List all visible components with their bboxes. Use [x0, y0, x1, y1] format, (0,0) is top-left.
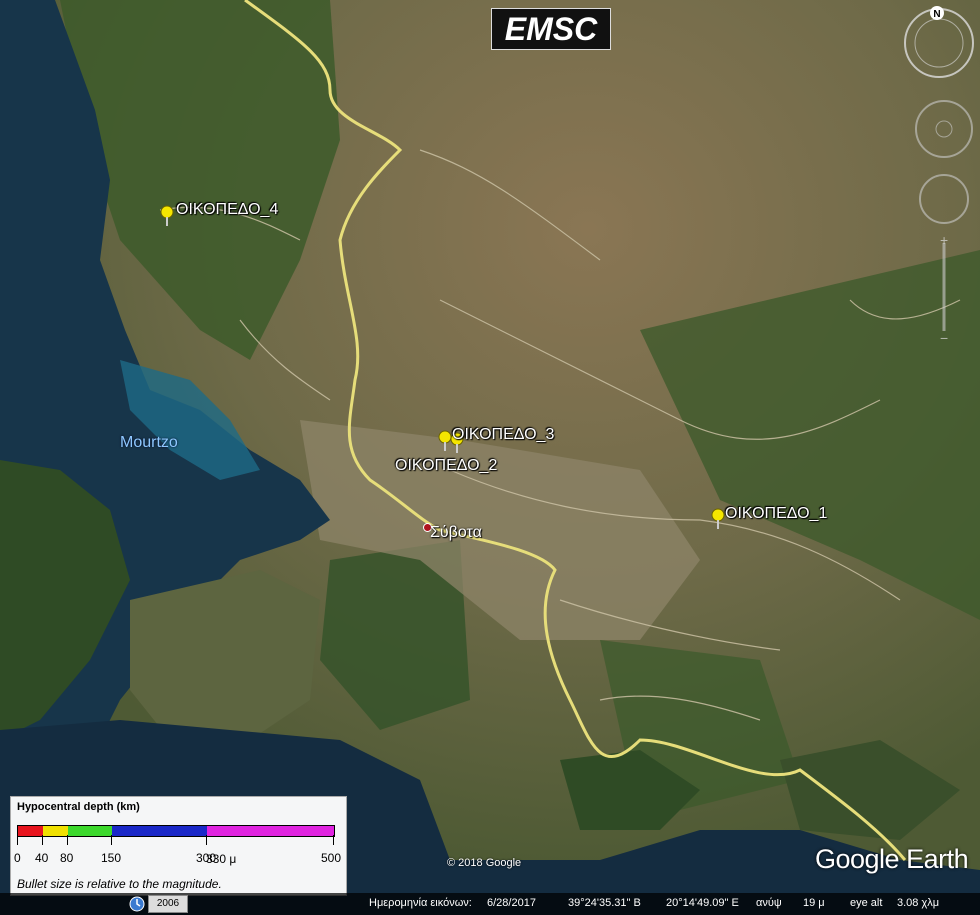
latitude-value: 39°24'35.31" Β: [568, 897, 641, 909]
legend-tick: 150: [101, 851, 122, 865]
image-date-value: 6/28/2017: [487, 897, 536, 909]
emsc-logo: EMSC: [491, 8, 611, 50]
legend-segment: [43, 826, 68, 836]
legend-tick: 0: [14, 851, 21, 865]
legend-segment: [18, 826, 43, 836]
eye-alt-value: 3.08 χλμ: [897, 897, 940, 909]
historical-imagery-icon[interactable]: [128, 895, 146, 913]
navigation-controls[interactable]: + −: [910, 95, 974, 345]
placemark-oikopedo-2-label[interactable]: ΟΙΚΟΠΕΔΟ_2: [395, 457, 497, 475]
elevation-label: ανύψ: [756, 897, 782, 909]
legend-tick: 40: [35, 851, 49, 865]
legend-color-bar: [17, 825, 335, 837]
zoom-out-icon[interactable]: −: [940, 330, 948, 345]
legend-segment: [68, 826, 112, 836]
placemark-oikopedo-1-label[interactable]: ΟΙΚΟΠΕΔΟ_1: [725, 505, 827, 523]
pushpin-icon[interactable]: [160, 205, 174, 227]
depth-legend: Hypocentral depth (km) 0 40 80 150 300 5…: [10, 796, 347, 896]
status-bar: 2006 Ημερομηνία εικόνων: 6/28/2017 39°24…: [0, 893, 980, 915]
legend-title: Hypocentral depth (km): [17, 801, 140, 813]
placemark-oikopedo-4-label[interactable]: ΟΙΚΟΠΕΔΟ_4: [176, 201, 278, 219]
legend-tick: 80: [60, 851, 74, 865]
zoom-in-icon[interactable]: +: [940, 232, 948, 248]
look-joystick-icon[interactable]: [915, 100, 973, 158]
legend-tick: 500: [321, 851, 342, 865]
legend-segment: [207, 826, 334, 836]
elevation-value: 19 μ: [803, 897, 825, 909]
placemark-oikopedo-3-label[interactable]: ΟΙΚΟΠΕΔΟ_3: [452, 426, 554, 444]
pushpin-icon[interactable]: [711, 508, 725, 530]
copyright-text: © 2018 Google: [447, 857, 522, 869]
water-body-label: Mourtzo: [120, 434, 178, 451]
legend-segment: [112, 826, 207, 836]
map-scale-label: 330 μ: [206, 852, 237, 866]
image-date-label: Ημερομηνία εικόνων:: [369, 897, 472, 909]
longitude-value: 20°14'49.09" Ε: [666, 897, 739, 909]
town-label[interactable]: Σύβοτα: [430, 524, 482, 542]
move-joystick-icon[interactable]: [919, 174, 969, 224]
legend-note: Bullet size is relative to the magnitude…: [17, 877, 222, 891]
compass-icon[interactable]: N: [900, 4, 978, 82]
imagery-year-button[interactable]: 2006: [148, 895, 188, 913]
compass-north-label: N: [933, 9, 940, 20]
map-view[interactable]: EMSC N + − ΟΙΚΟΠΕΔΟ_4 ΟΙΚΟΠΕΔΟ_3 ΟΙΚΟΠΕΔ…: [0, 0, 980, 915]
google-earth-logo: Google Earth: [815, 844, 969, 874]
eye-alt-label: eye alt: [850, 897, 883, 909]
